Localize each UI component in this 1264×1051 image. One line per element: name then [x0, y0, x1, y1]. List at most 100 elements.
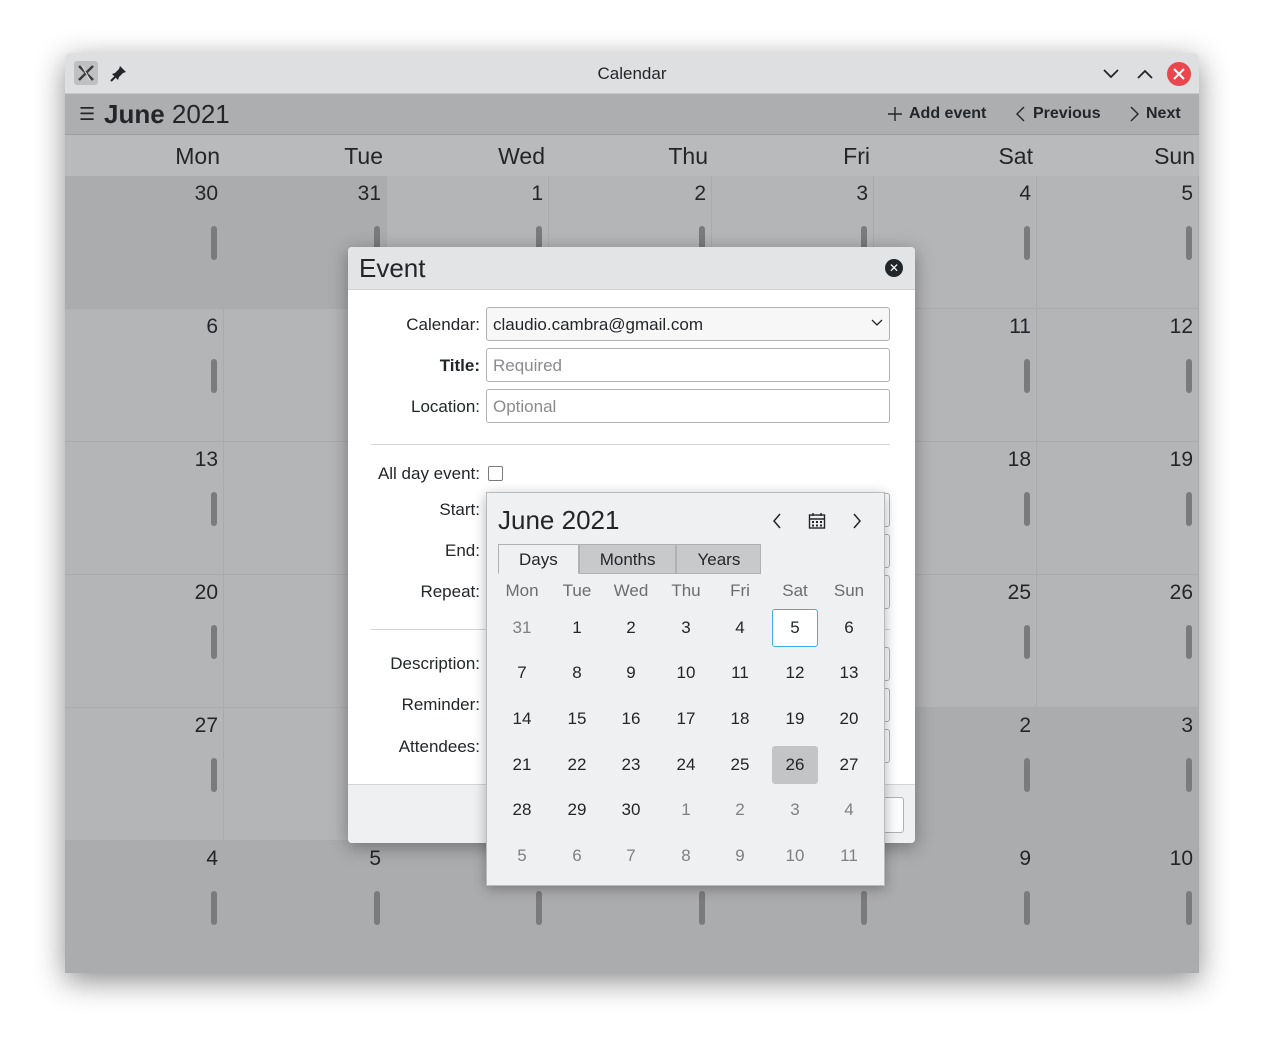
- day-cell[interactable]: 19: [1036, 442, 1199, 575]
- picker-day[interactable]: 8: [554, 654, 600, 692]
- resize-handle[interactable]: [1024, 625, 1030, 659]
- picker-day[interactable]: 19: [772, 700, 818, 738]
- title-input[interactable]: Required: [486, 348, 890, 382]
- resize-handle[interactable]: [1024, 359, 1030, 393]
- picker-day[interactable]: 23: [608, 746, 654, 784]
- day-cell[interactable]: 9: [873, 841, 1037, 973]
- resize-handle[interactable]: [211, 625, 217, 659]
- picker-day[interactable]: 24: [663, 746, 709, 784]
- close-window-button[interactable]: [1167, 62, 1191, 86]
- calendar-select[interactable]: claudio.cambra@gmail.com: [486, 307, 890, 341]
- picker-day[interactable]: 3: [772, 791, 818, 829]
- picker-day[interactable]: 5: [499, 837, 545, 875]
- picker-tabs: Days Months Years: [498, 544, 762, 574]
- picker-day[interactable]: 12: [772, 654, 818, 692]
- resize-handle[interactable]: [1186, 758, 1192, 792]
- hamburger-menu-icon[interactable]: ☰: [79, 104, 95, 125]
- day-cell[interactable]: 5: [1036, 176, 1199, 309]
- resize-handle[interactable]: [211, 492, 217, 526]
- picker-day[interactable]: 9: [608, 654, 654, 692]
- picker-day[interactable]: 29: [554, 791, 600, 829]
- picker-day[interactable]: 10: [772, 837, 818, 875]
- picker-day[interactable]: 31: [499, 609, 545, 647]
- picker-tab-months[interactable]: Months: [578, 544, 677, 574]
- picker-tab-years[interactable]: Years: [676, 544, 762, 574]
- picker-day[interactable]: 20: [826, 700, 872, 738]
- resize-handle[interactable]: [1186, 226, 1192, 260]
- picker-day[interactable]: 10: [663, 654, 709, 692]
- resize-handle[interactable]: [1186, 891, 1192, 925]
- add-event-button[interactable]: Add event: [887, 105, 986, 123]
- picker-day[interactable]: 4: [826, 791, 872, 829]
- resize-handle[interactable]: [536, 891, 542, 925]
- picker-day[interactable]: 26: [772, 746, 818, 784]
- picker-day[interactable]: 15: [554, 700, 600, 738]
- resize-handle[interactable]: [1024, 492, 1030, 526]
- picker-day[interactable]: 6: [554, 837, 600, 875]
- day-cell[interactable]: 20: [65, 575, 224, 708]
- next-button[interactable]: Next: [1128, 105, 1181, 123]
- picker-day[interactable]: 2: [608, 609, 654, 647]
- day-cell[interactable]: 3: [1036, 708, 1199, 841]
- resize-handle[interactable]: [1024, 891, 1030, 925]
- picker-day[interactable]: 17: [663, 700, 709, 738]
- day-cell[interactable]: 10: [1036, 841, 1199, 973]
- picker-day[interactable]: 7: [608, 837, 654, 875]
- end-label: End:: [445, 541, 480, 560]
- picker-day[interactable]: 11: [826, 837, 872, 875]
- resize-handle[interactable]: [1186, 625, 1192, 659]
- resize-handle[interactable]: [861, 891, 867, 925]
- picker-day[interactable]: 30: [608, 791, 654, 829]
- date-picker-popup: June 2021 Days Months Years Mon Tue Wed Thu Fr…: [486, 492, 885, 886]
- picker-day[interactable]: 28: [499, 791, 545, 829]
- day-cell[interactable]: 6: [65, 309, 224, 442]
- day-cell[interactable]: 27: [65, 708, 224, 841]
- picker-day[interactable]: 25: [717, 746, 763, 784]
- day-cell[interactable]: 26: [1036, 575, 1199, 708]
- picker-day[interactable]: 11: [717, 654, 763, 692]
- picker-day[interactable]: 22: [554, 746, 600, 784]
- picker-day[interactable]: 4: [717, 609, 763, 647]
- picker-day[interactable]: 14: [499, 700, 545, 738]
- resize-handle[interactable]: [211, 359, 217, 393]
- location-input[interactable]: Optional: [486, 389, 890, 423]
- resize-handle[interactable]: [211, 891, 217, 925]
- picker-day[interactable]: 13: [826, 654, 872, 692]
- picker-day[interactable]: 18: [717, 700, 763, 738]
- resize-handle[interactable]: [374, 891, 380, 925]
- picker-day[interactable]: 8: [663, 837, 709, 875]
- resize-handle[interactable]: [211, 226, 217, 260]
- picker-day[interactable]: 9: [717, 837, 763, 875]
- resize-handle[interactable]: [1186, 359, 1192, 393]
- picker-day[interactable]: 5: [772, 609, 818, 647]
- dialog-close-icon[interactable]: ✕: [885, 259, 903, 277]
- minimize-button[interactable]: [1099, 62, 1123, 86]
- day-cell[interactable]: 30: [65, 176, 224, 309]
- resize-handle[interactable]: [1024, 758, 1030, 792]
- previous-button[interactable]: Previous: [1015, 105, 1101, 123]
- picker-day[interactable]: 1: [554, 609, 600, 647]
- resize-handle[interactable]: [1186, 492, 1192, 526]
- day-cell[interactable]: 4: [65, 841, 224, 973]
- picker-tab-days[interactable]: Days: [498, 544, 579, 574]
- picker-day[interactable]: 2: [717, 791, 763, 829]
- picker-today-button[interactable]: [807, 511, 827, 531]
- resize-handle[interactable]: [699, 891, 705, 925]
- picker-day[interactable]: 1: [663, 791, 709, 829]
- resize-handle[interactable]: [1024, 226, 1030, 260]
- picker-day[interactable]: 7: [499, 654, 545, 692]
- picker-day[interactable]: 6: [826, 609, 872, 647]
- picker-day[interactable]: 27: [826, 746, 872, 784]
- picker-day[interactable]: 21: [499, 746, 545, 784]
- resize-handle[interactable]: [211, 758, 217, 792]
- maximize-button[interactable]: [1133, 62, 1157, 86]
- day-cell[interactable]: 13: [65, 442, 224, 575]
- all-day-checkbox[interactable]: [488, 466, 503, 481]
- picker-previous-button[interactable]: [767, 511, 787, 531]
- day-cell[interactable]: 12: [1036, 309, 1199, 442]
- day-number: 9: [1019, 847, 1031, 870]
- picker-next-button[interactable]: [847, 511, 867, 531]
- picker-day[interactable]: 16: [608, 700, 654, 738]
- day-cell[interactable]: 5: [223, 841, 387, 973]
- picker-day[interactable]: 3: [663, 609, 709, 647]
